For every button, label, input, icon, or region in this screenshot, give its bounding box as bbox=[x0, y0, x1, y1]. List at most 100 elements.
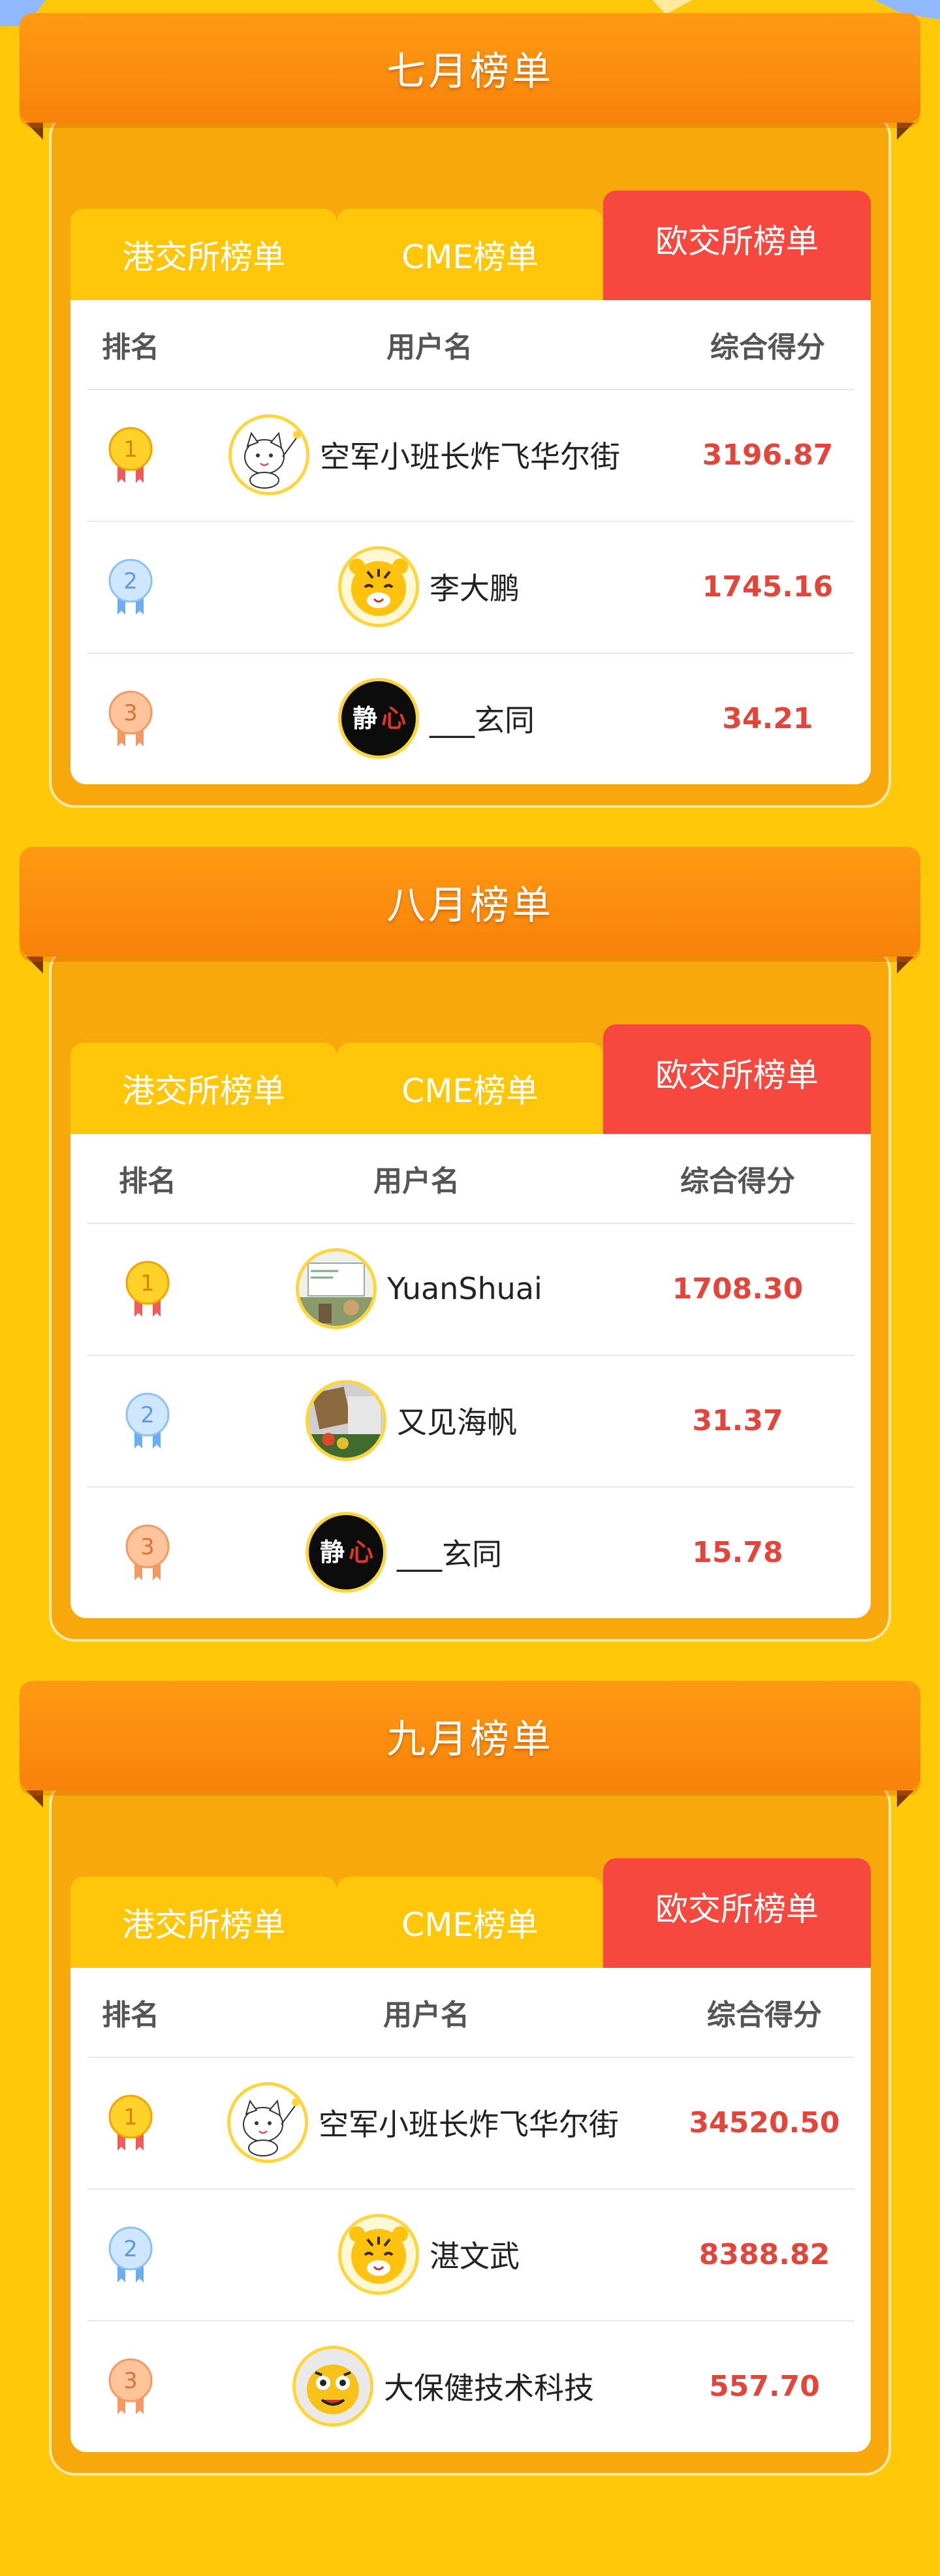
rank-medal-icon: 2 bbox=[106, 2226, 155, 2282]
tab-cme[interactable]: CME榜单 bbox=[337, 1877, 603, 1968]
rank-number: 1 bbox=[123, 2104, 138, 2130]
svg-text:心: 心 bbox=[349, 1537, 373, 1567]
rank-number: 3 bbox=[140, 1534, 155, 1560]
table-row[interactable]: 2 李大鹏 1745.16 bbox=[87, 521, 854, 654]
section-title-banner: 八月榜单 bbox=[20, 847, 920, 957]
section-title: 八月榜单 bbox=[386, 882, 554, 928]
avatar[interactable] bbox=[306, 1380, 386, 1461]
rank-number: 3 bbox=[123, 700, 138, 726]
svg-text:心: 心 bbox=[381, 703, 406, 733]
avatar[interactable] bbox=[228, 414, 309, 495]
banner-fold-left bbox=[26, 1790, 43, 1807]
rank-number: 1 bbox=[140, 1270, 155, 1296]
rank-number: 3 bbox=[123, 2368, 138, 2394]
table-header: 排名 用户名 综合得分 bbox=[87, 300, 854, 390]
user-cell: 又见海帆 bbox=[306, 1355, 517, 1486]
score-value: 1708.30 bbox=[672, 1272, 804, 1306]
tab-label: 欧交所榜单 bbox=[655, 1056, 819, 1094]
user-cell: 空军小班长炸飞华尔街 bbox=[227, 2057, 619, 2188]
tab-label: 港交所榜单 bbox=[122, 1906, 285, 1944]
avatar[interactable] bbox=[292, 2346, 373, 2427]
rank-medal-icon: 2 bbox=[123, 1392, 172, 1449]
avatar[interactable]: 静 心 bbox=[338, 678, 419, 759]
ranking-table: 排名 用户名 综合得分 1 YuanShuai 1708.30 2 又见海帆 3… bbox=[70, 1134, 871, 1618]
table-header: 排名 用户名 综合得分 bbox=[87, 1134, 854, 1224]
avatar[interactable] bbox=[338, 546, 419, 627]
score-value: 3196.87 bbox=[702, 438, 834, 472]
tab-eurex-active[interactable]: 欧交所榜单 bbox=[603, 191, 871, 300]
leaderboard-section: 九月榜单 港交所榜单 CME榜单 欧交所榜单 排名 用户名 综合得分 1 空军小… bbox=[0, 1681, 940, 2490]
banner-fold-left bbox=[26, 123, 43, 140]
avatar[interactable] bbox=[338, 2214, 419, 2295]
username: YuanShuai bbox=[387, 1271, 542, 1306]
header-rank: 排名 bbox=[102, 331, 159, 364]
rank-number: 2 bbox=[123, 568, 138, 594]
score-value: 34.21 bbox=[722, 701, 813, 735]
banner-fold-right bbox=[897, 1790, 914, 1807]
table-row[interactable]: 3 静 心 ___玄同 34.21 bbox=[87, 652, 854, 784]
table-row[interactable]: 2 湛文武 8388.82 bbox=[87, 2188, 854, 2322]
tab-label: CME榜单 bbox=[401, 1906, 539, 1944]
tab-label: 欧交所榜单 bbox=[655, 1890, 819, 1928]
exchange-tabs: 港交所榜单 CME榜单 欧交所榜单 bbox=[70, 191, 871, 300]
table-row[interactable]: 1 空军小班长炸飞华尔街 3196.87 bbox=[87, 389, 854, 522]
score-value: 31.37 bbox=[692, 1403, 783, 1437]
username: ___玄同 bbox=[430, 703, 535, 738]
banner-fold-left bbox=[26, 957, 43, 974]
table-row[interactable]: 2 又见海帆 31.37 bbox=[87, 1355, 854, 1488]
rank-number: 1 bbox=[123, 437, 138, 463]
table-row[interactable]: 1 YuanShuai 1708.30 bbox=[87, 1223, 854, 1356]
header-score: 综合得分 bbox=[680, 1165, 795, 1198]
score-value: 557.70 bbox=[709, 2369, 820, 2403]
user-cell: 空军小班长炸飞华尔街 bbox=[228, 389, 620, 521]
tab-cme[interactable]: CME榜单 bbox=[337, 209, 603, 300]
exchange-tabs: 港交所榜单 CME榜单 欧交所榜单 bbox=[70, 1024, 871, 1134]
tab-cme[interactable]: CME榜单 bbox=[337, 1043, 603, 1134]
username: ___玄同 bbox=[397, 1537, 502, 1572]
table-row[interactable]: 3 大保健技术科技 557.70 bbox=[87, 2320, 854, 2452]
user-cell: 大保健技术科技 bbox=[292, 2320, 594, 2452]
avatar[interactable] bbox=[227, 2082, 308, 2163]
tab-hkex[interactable]: 港交所榜单 bbox=[70, 209, 337, 300]
tab-eurex-active[interactable]: 欧交所榜单 bbox=[603, 1858, 871, 1968]
score-value: 8388.82 bbox=[698, 2237, 830, 2271]
rank-medal-icon: 3 bbox=[123, 1524, 172, 1580]
leaderboard-section: 七月榜单 港交所榜单 CME榜单 欧交所榜单 排名 用户名 综合得分 1 空军小… bbox=[0, 13, 940, 822]
banner-fold-right bbox=[897, 123, 914, 140]
rank-medal-icon: 3 bbox=[106, 690, 155, 746]
banner-fold-right bbox=[897, 957, 914, 974]
table-row[interactable]: 1 空军小班长炸飞华尔街 34520.50 bbox=[87, 2057, 854, 2190]
svg-text:静: 静 bbox=[352, 703, 377, 733]
header-user: 用户名 bbox=[373, 1165, 460, 1198]
rank-number: 2 bbox=[123, 2236, 138, 2262]
leaderboard-section: 八月榜单 港交所榜单 CME榜单 欧交所榜单 排名 用户名 综合得分 1 Yua… bbox=[0, 847, 940, 1656]
header-user: 用户名 bbox=[386, 331, 473, 364]
header-score: 综合得分 bbox=[710, 331, 825, 364]
tab-hkex[interactable]: 港交所榜单 bbox=[70, 1043, 337, 1134]
avatar[interactable]: 静 心 bbox=[306, 1512, 386, 1593]
user-cell: 静 心 ___玄同 bbox=[338, 652, 535, 784]
tab-eurex-active[interactable]: 欧交所榜单 bbox=[603, 1024, 871, 1134]
tab-hkex[interactable]: 港交所榜单 bbox=[70, 1877, 337, 1968]
avatar[interactable] bbox=[296, 1248, 377, 1329]
rank-medal-icon: 1 bbox=[106, 427, 155, 483]
user-cell: 李大鹏 bbox=[338, 521, 520, 652]
score-value: 34520.50 bbox=[689, 2106, 840, 2139]
header-rank: 排名 bbox=[119, 1165, 176, 1198]
ranking-table: 排名 用户名 综合得分 1 空军小班长炸飞华尔街 bbox=[70, 1968, 871, 2452]
username: 大保健技术科技 bbox=[384, 2370, 594, 2406]
user-cell: 静 心 ___玄同 bbox=[306, 1486, 502, 1618]
header-score: 综合得分 bbox=[707, 1999, 822, 2032]
header-rank: 排名 bbox=[102, 1999, 159, 2032]
section-title-banner: 七月榜单 bbox=[20, 13, 920, 123]
tab-label: 港交所榜单 bbox=[122, 238, 285, 276]
rank-medal-icon: 3 bbox=[106, 2358, 155, 2414]
username: 李大鹏 bbox=[430, 571, 520, 606]
table-row[interactable]: 3 静 心 ___玄同 15.78 bbox=[87, 1486, 854, 1618]
user-cell: YuanShuai bbox=[296, 1223, 542, 1355]
tab-label: CME榜单 bbox=[401, 238, 539, 276]
username: 空军小班长炸飞华尔街 bbox=[319, 2107, 619, 2142]
section-title: 七月榜单 bbox=[386, 48, 554, 95]
rank-medal-icon: 2 bbox=[106, 559, 155, 615]
username: 空军小班长炸飞华尔街 bbox=[320, 439, 620, 474]
